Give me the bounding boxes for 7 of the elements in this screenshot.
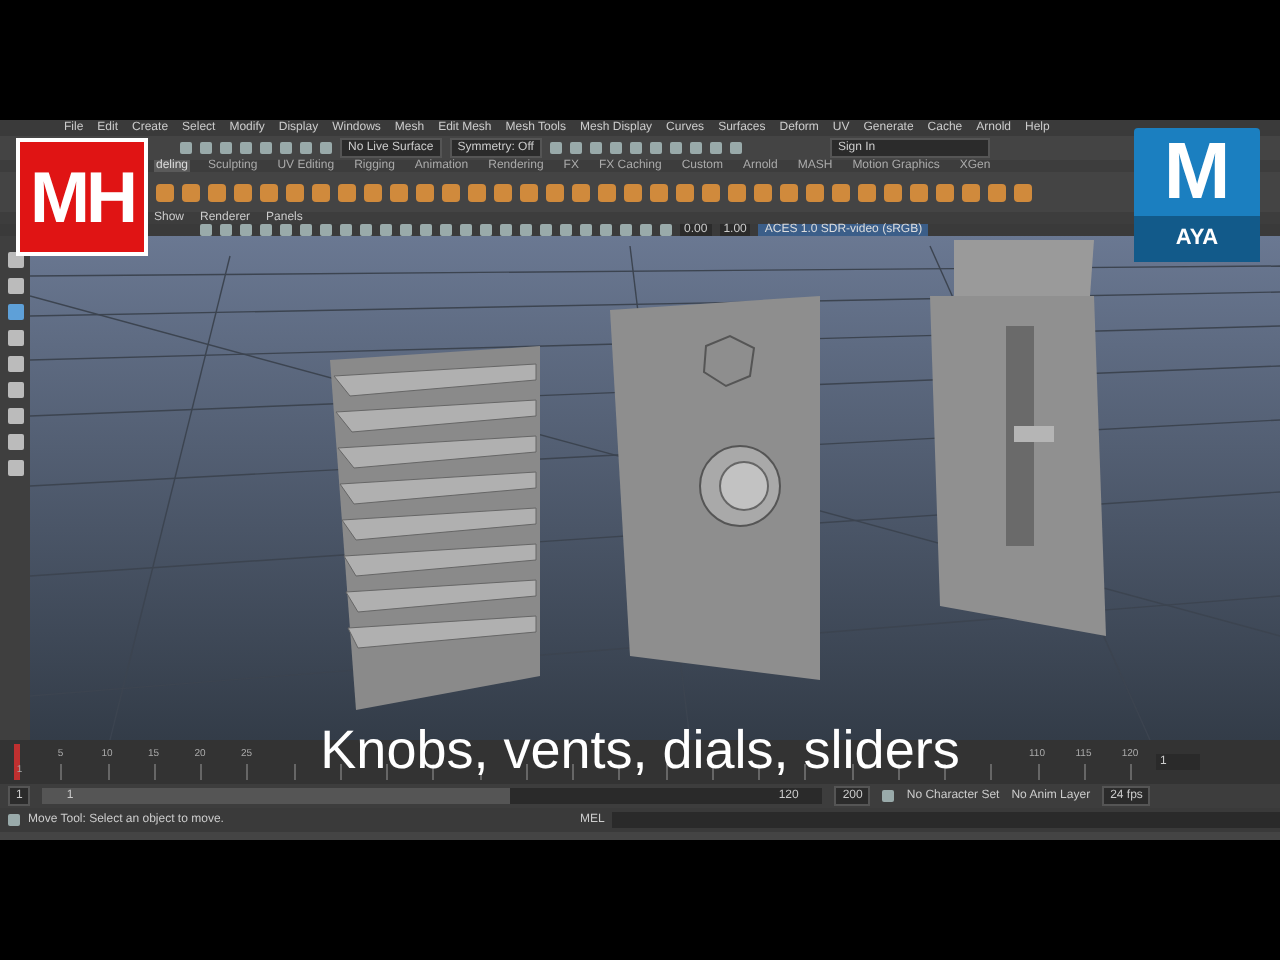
help-icon [8, 814, 20, 826]
range-slider-fill[interactable] [42, 788, 511, 804]
app-logo: M AYA [1134, 128, 1260, 260]
subtitle-caption-overlay: Knobs, vents, dials, sliders [320, 718, 960, 784]
channel-logo: MH [16, 138, 148, 256]
playhead-marker[interactable] [14, 744, 20, 780]
key-icon[interactable] [882, 790, 895, 802]
